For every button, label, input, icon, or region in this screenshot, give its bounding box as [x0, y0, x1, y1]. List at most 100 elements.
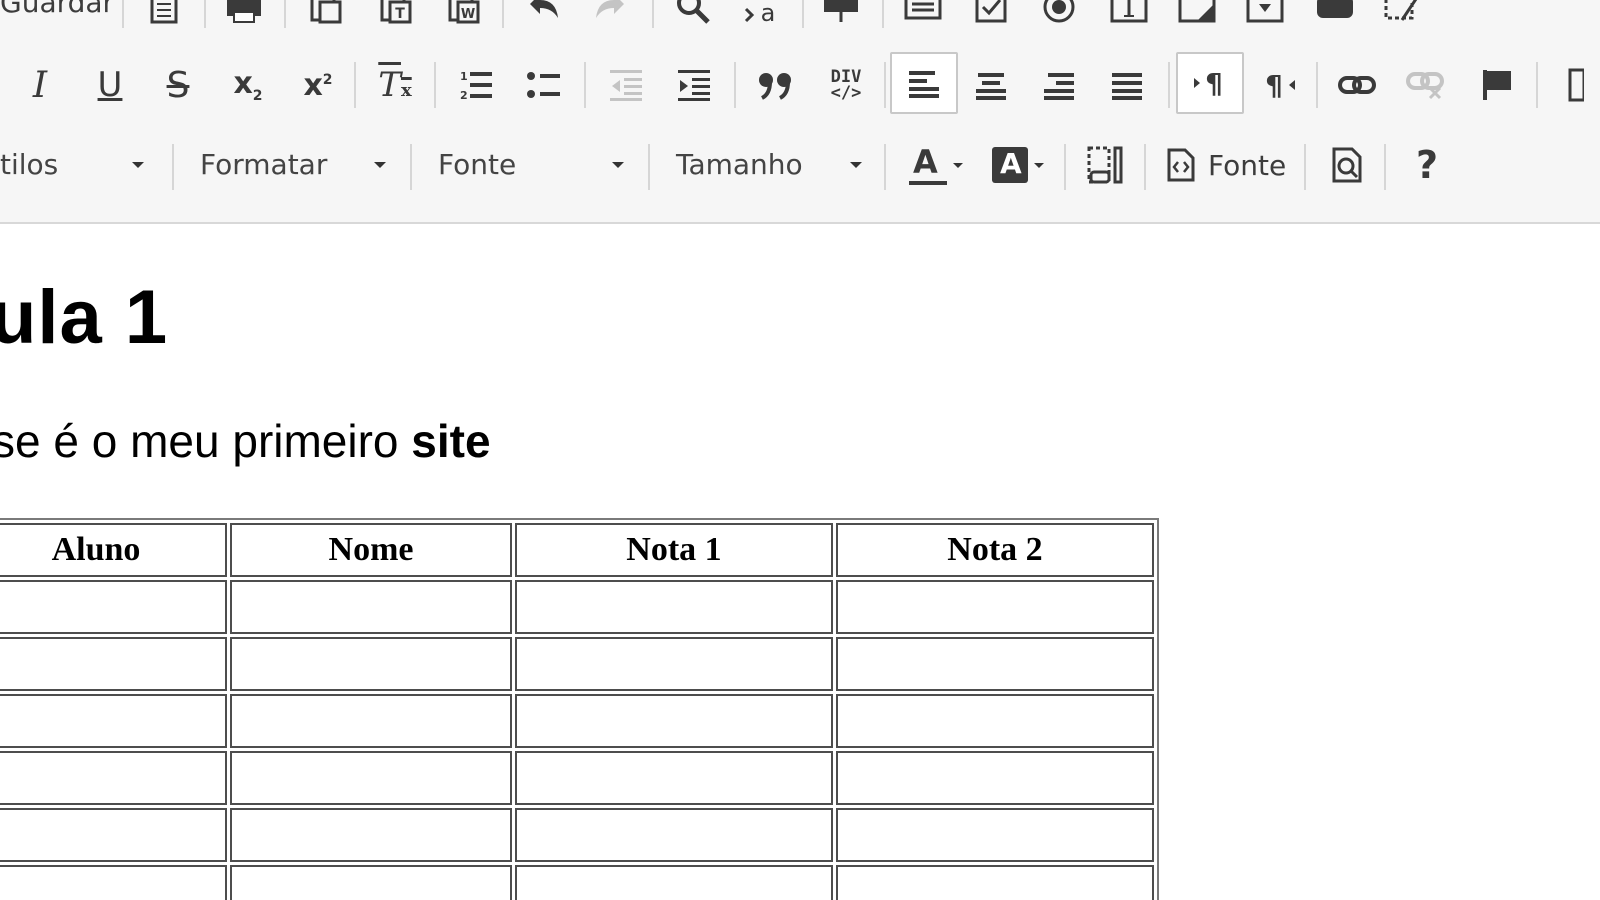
toolbar-separator	[502, 0, 504, 28]
table-cell[interactable]	[836, 580, 1154, 634]
table-cell[interactable]	[230, 808, 512, 862]
table-cell[interactable]	[515, 637, 833, 691]
flag-icon	[1483, 70, 1511, 100]
remove-format-icon: Tx	[378, 65, 411, 105]
text-direction-rtl-button[interactable]: ¶	[1256, 60, 1302, 110]
redo-icon[interactable]	[590, 0, 630, 32]
table-cell[interactable]	[836, 637, 1154, 691]
subscript-icon: x2	[233, 66, 262, 104]
student-table[interactable]: Aluno Nome Nota 1 Nota 2	[0, 518, 1159, 900]
remove-format-button[interactable]: Tx	[372, 60, 418, 110]
paste-icon[interactable]	[306, 0, 346, 32]
table-cell[interactable]	[515, 808, 833, 862]
font-combo-label: Fonte	[438, 147, 517, 181]
create-div-button[interactable]: DIV </>	[822, 60, 870, 110]
table-cell[interactable]	[0, 751, 227, 805]
table-cell[interactable]	[230, 865, 512, 900]
table-cell[interactable]	[0, 865, 227, 900]
select-icon[interactable]	[1244, 0, 1286, 32]
find-icon[interactable]	[672, 0, 714, 32]
table-cell[interactable]	[515, 580, 833, 634]
image-button-icon[interactable]	[1382, 0, 1424, 32]
button-icon[interactable]	[1314, 0, 1356, 32]
checkbox-icon[interactable]	[970, 0, 1012, 32]
table-cell[interactable]	[230, 637, 512, 691]
table-cell[interactable]	[836, 751, 1154, 805]
editor-content-area[interactable]: ula 1 se é o meu primeiro site Aluno Nom…	[0, 224, 1600, 900]
table-cell[interactable]	[515, 694, 833, 748]
toolbar-separator	[410, 144, 412, 190]
source-button[interactable]: Fonte	[1166, 140, 1290, 190]
table-cell[interactable]	[0, 694, 227, 748]
table-cell[interactable]	[0, 808, 227, 862]
toolbar-separator	[734, 62, 736, 108]
table-cell[interactable]	[515, 751, 833, 805]
new-page-icon[interactable]	[146, 0, 182, 32]
radio-icon[interactable]	[1038, 0, 1080, 32]
svg-text:T: T	[395, 6, 405, 22]
superscript-button[interactable]: x2	[294, 60, 342, 110]
save-button[interactable]: Guardar	[0, 0, 114, 19]
ltr-icon: ¶	[1194, 68, 1223, 98]
italic-button[interactable]: I	[18, 60, 62, 110]
table-cell[interactable]	[515, 865, 833, 900]
size-combo[interactable]: Tamanho	[676, 138, 866, 190]
toolbar-row-3: tilos Formatar Fonte Tamanho A A Fonte ?	[0, 138, 1600, 198]
table-header-cell[interactable]: Nota 1	[515, 523, 833, 577]
blockquote-button[interactable]	[752, 60, 800, 110]
indent-button[interactable]	[672, 60, 716, 110]
format-combo[interactable]: Formatar	[200, 138, 390, 190]
table-cell[interactable]	[0, 637, 227, 691]
numbered-list-button[interactable]: 12	[454, 60, 498, 110]
unlink-button[interactable]	[1402, 60, 1448, 110]
undo-icon[interactable]	[524, 0, 564, 32]
outdent-button[interactable]	[604, 60, 648, 110]
table-header-cell[interactable]: Nota 2	[836, 523, 1154, 577]
textarea-resize-icon[interactable]	[1176, 0, 1218, 32]
table-cell[interactable]	[230, 580, 512, 634]
justify-button[interactable]	[1104, 60, 1150, 110]
replace-icon[interactable]: a	[740, 0, 784, 32]
toolbar-separator	[122, 0, 124, 28]
background-color-icon: A	[992, 147, 1028, 183]
textarea-icon[interactable]	[1108, 0, 1150, 32]
help-button[interactable]: ?	[1404, 140, 1450, 190]
paste-text-icon[interactable]: T	[376, 0, 416, 32]
image-button[interactable]	[1554, 60, 1594, 110]
document-paragraph[interactable]: se é o meu primeiro site	[0, 414, 491, 468]
document-heading[interactable]: ula 1	[0, 274, 168, 361]
anchor-button[interactable]	[1474, 60, 1520, 110]
styles-combo[interactable]: tilos	[0, 138, 150, 190]
maximize-button[interactable]	[1082, 140, 1128, 190]
align-right-icon	[1044, 73, 1074, 100]
table-cell[interactable]	[0, 580, 227, 634]
strikethrough-button[interactable]: S	[156, 60, 200, 110]
text-direction-ltr-button[interactable]: ¶	[1176, 52, 1244, 114]
table-cell[interactable]	[836, 865, 1154, 900]
link-button[interactable]	[1334, 60, 1380, 110]
form-icon[interactable]	[820, 0, 862, 32]
text-field-icon[interactable]	[902, 0, 944, 32]
align-right-button[interactable]	[1036, 60, 1082, 110]
subscript-digit: 2	[252, 88, 263, 104]
table-cell[interactable]	[230, 694, 512, 748]
text-color-button[interactable]: A	[904, 140, 968, 190]
underline-button[interactable]: U	[88, 60, 132, 110]
align-left-button[interactable]	[890, 52, 958, 114]
link-icon	[1338, 76, 1376, 94]
table-header-cell[interactable]: Aluno	[0, 523, 227, 577]
font-combo[interactable]: Fonte	[438, 138, 628, 190]
print-icon[interactable]	[224, 0, 264, 32]
background-color-button[interactable]: A	[986, 140, 1050, 190]
table-cell[interactable]	[836, 694, 1154, 748]
table-header-cell[interactable]: Nome	[230, 523, 512, 577]
toolbar-separator	[584, 62, 586, 108]
table-cell[interactable]	[230, 751, 512, 805]
bulleted-list-button[interactable]	[522, 60, 566, 110]
toolbar-separator	[884, 62, 886, 108]
preview-button[interactable]	[1324, 140, 1370, 190]
paste-word-icon[interactable]: W	[444, 0, 484, 32]
subscript-button[interactable]: x2	[224, 60, 272, 110]
table-cell[interactable]	[836, 808, 1154, 862]
align-center-button[interactable]	[968, 60, 1014, 110]
